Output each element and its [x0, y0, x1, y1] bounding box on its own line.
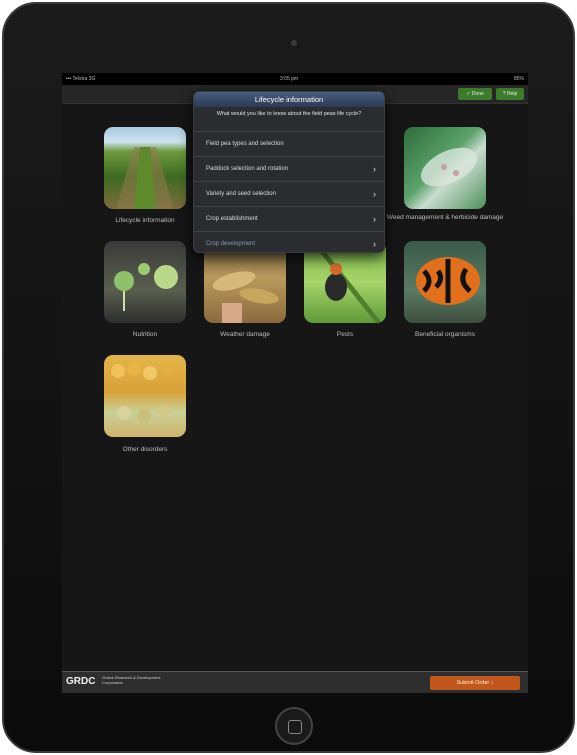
tile-weather-damage[interactable]: [204, 241, 286, 323]
chevron-right-icon: ›: [373, 164, 376, 174]
popover-title: Lifecycle information: [194, 92, 384, 107]
tile-beneficial-organisms[interactable]: [404, 241, 486, 323]
battery-label: 85%: [513, 76, 524, 82]
menu-item-paddock-selection[interactable]: Paddock selection and rotation ›: [194, 156, 384, 181]
chevron-right-icon: ›: [373, 189, 376, 199]
status-bar: ••• Telstra 3G 3:05 pm 85%: [62, 73, 528, 85]
tile-label-lifecycle: Lifecycle information: [115, 217, 175, 224]
menu-item-label: Field pea types and selection: [206, 141, 284, 147]
popover-question: What would you like to know about the fi…: [216, 111, 362, 117]
leaf-icon: [420, 147, 478, 187]
ladybird-icon: [416, 257, 480, 305]
menu-item-label: Crop development: [206, 241, 256, 247]
time-label: 3:05 pm: [280, 76, 299, 82]
chevron-right-icon: ›: [373, 239, 376, 249]
menu-item-label: Variety and seed selection: [206, 191, 276, 197]
seedling-icon: [114, 263, 178, 311]
submit-order-button[interactable]: Submit Order ↓: [430, 676, 520, 690]
bottom-bar: GRDC Grains Research & Development Corpo…: [62, 671, 528, 693]
tile-label-beneficial: Beneficial organisms: [415, 331, 475, 338]
tile-lifecycle-information[interactable]: [104, 127, 186, 209]
insect-icon: [312, 241, 381, 323]
tile-label-other: Other disorders: [122, 446, 168, 453]
lifecycle-popover: Lifecycle information What would you lik…: [193, 91, 385, 253]
chevron-right-icon: ›: [373, 214, 376, 224]
menu-item-label: Crop establishment: [206, 216, 258, 222]
menu-item-crop-development[interactable]: Crop development ›: [194, 231, 384, 252]
carrier-label: ••• Telstra 3G: [66, 76, 96, 82]
menu-item-label: Paddock selection and rotation: [206, 166, 289, 172]
camera: [291, 40, 297, 46]
menu-item-variety-seed[interactable]: Variety and seed selection ›: [194, 181, 384, 206]
done-button[interactable]: ✓ Done: [458, 88, 492, 100]
grdc-logo: GRDC: [66, 676, 96, 687]
home-button[interactable]: [275, 707, 313, 745]
tile-pests[interactable]: [304, 241, 386, 323]
tile-other-disorders[interactable]: [104, 355, 186, 437]
tile-nutrition[interactable]: [104, 241, 186, 323]
menu-item-crop-establishment[interactable]: Crop establishment ›: [194, 206, 384, 231]
seeds-icon: [111, 362, 173, 422]
menu-item-field-pea-types[interactable]: Field pea types and selection: [194, 131, 384, 156]
org-name: Grains Research & Development Corporatio…: [102, 675, 161, 685]
screen: ••• Telstra 3G 3:05 pm 85% ✓ Done ? Help…: [62, 73, 528, 693]
ipad-device: ••• Telstra 3G 3:05 pm 85% ✓ Done ? Help…: [2, 2, 575, 753]
pea-pods-icon: [212, 271, 279, 323]
help-button[interactable]: ? Help: [496, 88, 524, 100]
tile-weed-management[interactable]: [404, 127, 486, 209]
field-rows-icon: [116, 147, 174, 209]
tile-label-weed: Weed management & herbicide damage: [386, 214, 504, 221]
